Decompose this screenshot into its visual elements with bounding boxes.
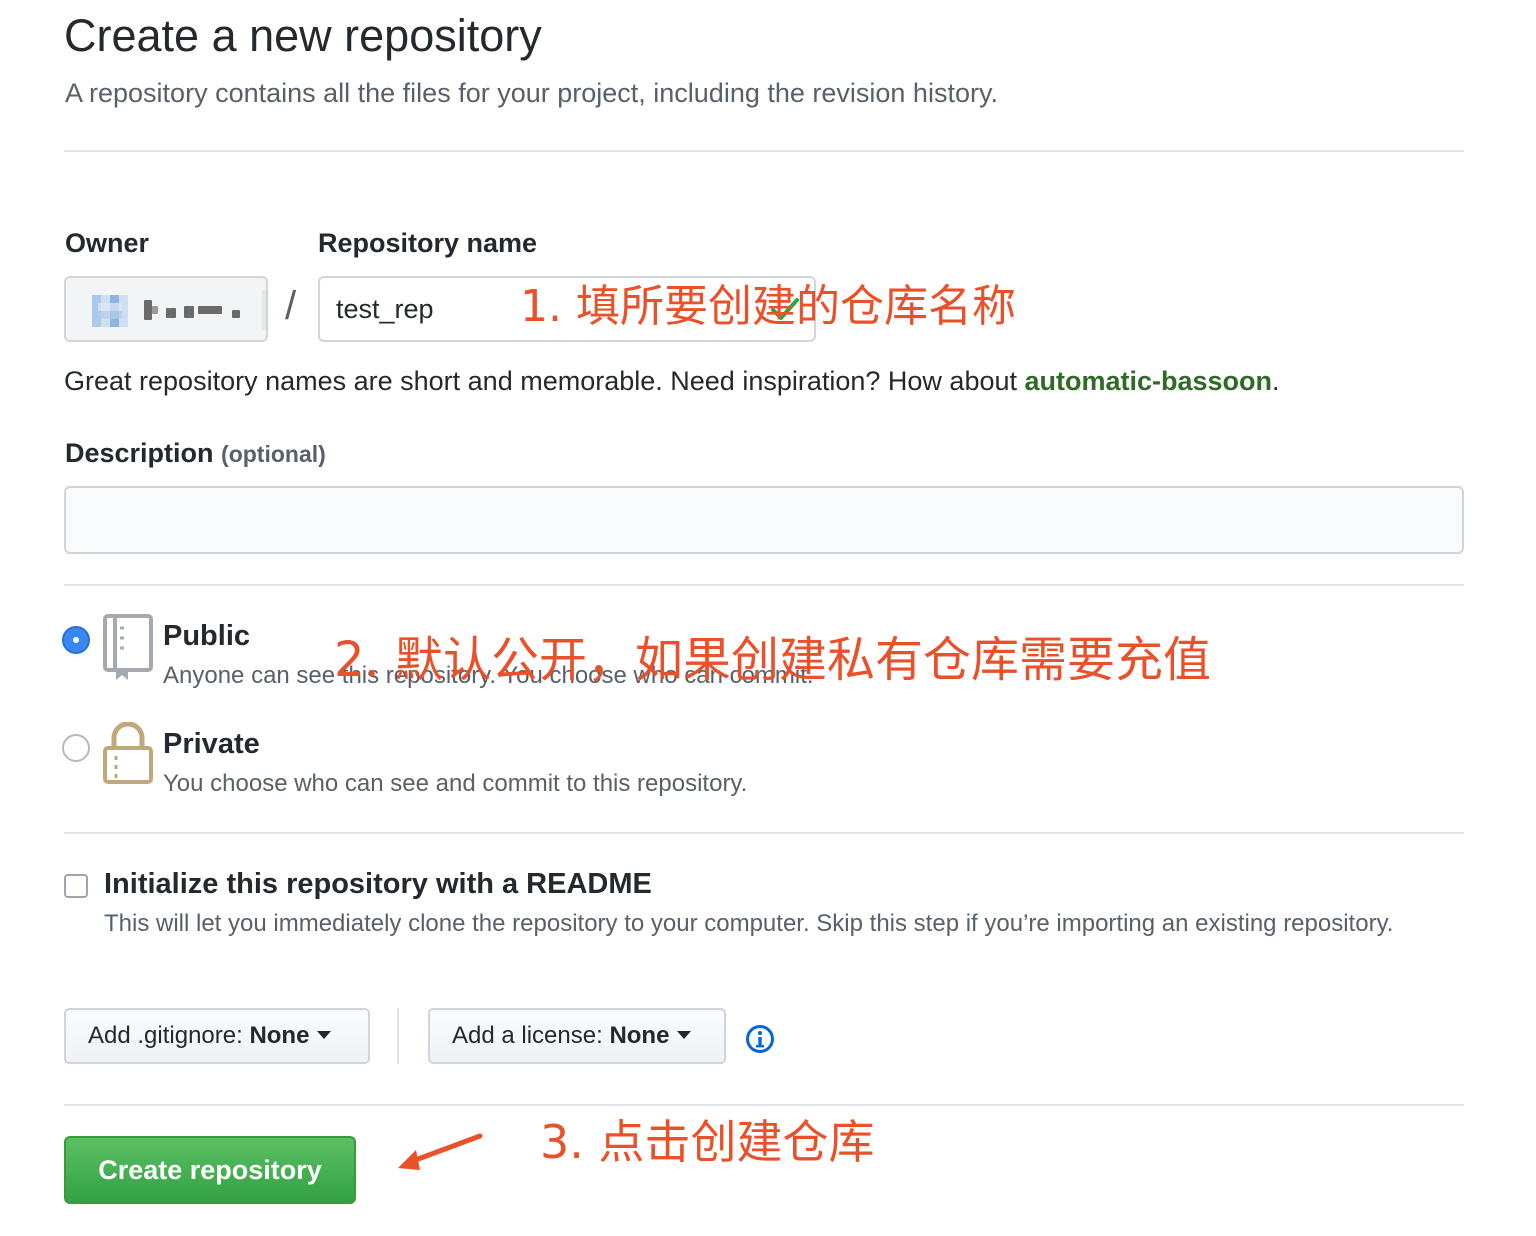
divider <box>64 150 1464 152</box>
gitignore-dropdown[interactable]: Add .gitignore: None <box>64 1008 370 1064</box>
repo-name-label: Repository name <box>318 228 538 258</box>
page-subtitle: A repository contains all the files for … <box>65 78 998 108</box>
owner-label: Owner <box>65 228 150 258</box>
gitignore-value: None <box>249 1022 310 1049</box>
description-label-text: Description <box>65 438 214 468</box>
lock-icon <box>103 722 153 784</box>
description-input[interactable] <box>64 486 1464 554</box>
owner-select-edge <box>262 290 266 330</box>
description-label: Description (optional) <box>65 438 326 469</box>
repo-name-hint: Great repository names are short and mem… <box>64 366 1280 397</box>
public-title: Public <box>163 620 251 652</box>
private-title: Private <box>163 728 260 760</box>
owner-select[interactable] <box>64 276 268 342</box>
owner-repo-separator: / <box>285 284 297 328</box>
arrow-icon <box>398 1133 483 1170</box>
hint-suffix: . <box>1272 366 1280 396</box>
name-suggestion-link[interactable]: automatic-bassoon <box>1025 366 1273 396</box>
hint-text: Great repository names are short and mem… <box>64 366 1025 396</box>
annotation-step-3: 3. 点击创建仓库 <box>540 1115 875 1169</box>
license-dropdown[interactable]: Add a license: None <box>428 1008 726 1064</box>
init-readme-checkbox[interactable] <box>64 874 88 898</box>
info-icon[interactable] <box>745 1024 775 1054</box>
divider <box>64 832 1464 834</box>
annotation-step-2: 2. 默认公开，如果创建私有仓库需要充值 <box>334 632 1212 688</box>
init-readme-description: This will let you immediately clone the … <box>104 910 1394 937</box>
owner-name-redacted <box>144 300 244 320</box>
page-title: Create a new repository <box>64 10 542 61</box>
license-value: None <box>609 1022 670 1049</box>
optional-note: (optional) <box>221 441 326 467</box>
dropdown-separator <box>397 1008 399 1064</box>
create-repository-button[interactable]: Create repository <box>64 1136 356 1204</box>
private-description: You choose who can see and commit to thi… <box>163 770 748 797</box>
gitignore-prefix: Add .gitignore: <box>88 1022 250 1049</box>
public-radio[interactable] <box>62 626 90 654</box>
annotation-step-1: 1. 填所要创建的仓库名称 <box>520 281 1016 332</box>
owner-avatar <box>92 295 128 327</box>
private-radio[interactable] <box>62 734 90 762</box>
chevron-down-icon <box>317 1031 332 1039</box>
license-prefix: Add a license: <box>452 1022 610 1049</box>
repo-name-value: test_rep <box>336 294 434 324</box>
repo-book-icon <box>103 614 153 680</box>
divider <box>64 584 1464 586</box>
init-readme-title: Initialize this repository with a README <box>104 868 652 900</box>
chevron-down-icon <box>677 1031 692 1039</box>
